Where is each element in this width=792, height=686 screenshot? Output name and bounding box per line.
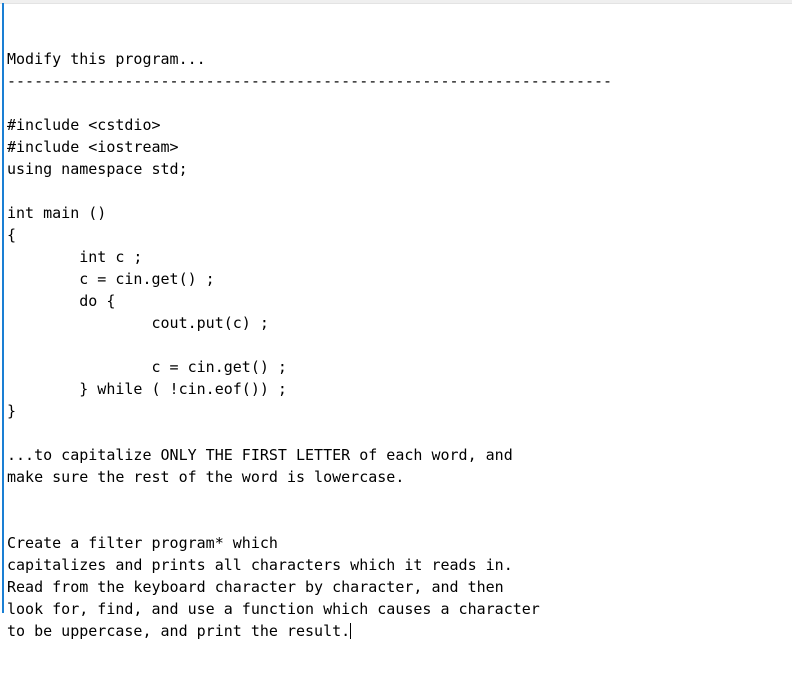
text-line: cout.put(c) ;: [7, 314, 269, 332]
text-line: do {: [7, 292, 116, 310]
text-line: int main (): [7, 204, 107, 222]
text-line: }: [7, 402, 17, 420]
text-editor-window: Modify this program... ------------------…: [0, 0, 792, 640]
assignment-text-area[interactable]: Modify this program... ------------------…: [7, 4, 787, 640]
text-line: Create a filter program* which: [7, 534, 278, 552]
text-line: [7, 334, 787, 356]
text-line: } while ( !cin.eof()) ;: [7, 380, 287, 398]
text-line: [7, 488, 787, 510]
text-line: #include <iostream>: [7, 138, 179, 156]
text-line: [7, 180, 787, 202]
text-line: #include <cstdio>: [7, 116, 161, 134]
text-line: make sure the rest of the word is lowerc…: [7, 468, 405, 486]
text-line: Read from the keyboard character by char…: [7, 578, 504, 596]
text-line: ----------------------------------------…: [7, 72, 613, 90]
text-line: c = cin.get() ;: [7, 358, 287, 376]
text-content: Modify this program... ------------------…: [7, 48, 787, 642]
text-line: capitalizes and prints all characters wh…: [7, 556, 513, 574]
text-line: Modify this program...: [7, 50, 206, 68]
text-line: using namespace std;: [7, 160, 188, 178]
text-line: to be uppercase, and print the result.: [7, 622, 352, 640]
text-line: ...to capitalize ONLY THE FIRST LETTER o…: [7, 446, 513, 464]
focus-accent-rule: [2, 3, 4, 613]
text-line: c = cin.get() ;: [7, 270, 215, 288]
text-line: {: [7, 226, 17, 244]
text-line: [7, 422, 787, 444]
text-line: int c ;: [7, 248, 143, 266]
text-caret: [350, 623, 352, 639]
text-line: [7, 92, 787, 114]
text-line: [7, 510, 787, 532]
